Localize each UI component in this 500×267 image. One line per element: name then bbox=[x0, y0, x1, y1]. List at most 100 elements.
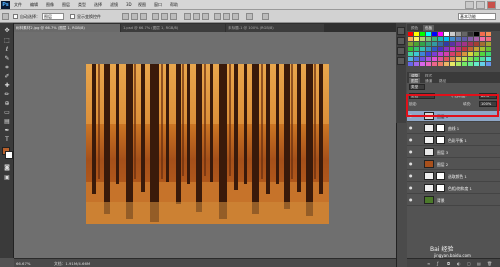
move-tool-icon[interactable]: ✥ bbox=[2, 26, 12, 35]
swatch-color[interactable] bbox=[432, 37, 437, 41]
swatch-color[interactable] bbox=[480, 47, 485, 51]
swatch-color[interactable] bbox=[480, 62, 485, 66]
swatch-color[interactable] bbox=[408, 62, 413, 66]
swatch-color[interactable] bbox=[444, 37, 449, 41]
swatch-color[interactable] bbox=[480, 57, 485, 61]
menu-select[interactable]: 选择 bbox=[94, 2, 102, 8]
swatch-color[interactable] bbox=[450, 52, 455, 56]
swatch-color[interactable] bbox=[414, 42, 419, 46]
swatch-color[interactable] bbox=[462, 57, 467, 61]
swatch-color[interactable] bbox=[438, 57, 443, 61]
swatch-color[interactable] bbox=[486, 37, 491, 41]
swatch-color[interactable] bbox=[456, 52, 461, 56]
distribute-top-icon[interactable] bbox=[184, 13, 191, 20]
menu-help[interactable]: 帮助 bbox=[170, 2, 178, 8]
swatch-color[interactable] bbox=[474, 62, 479, 66]
swatch-color[interactable] bbox=[432, 57, 437, 61]
new-layer-icon[interactable]: ▤ bbox=[477, 261, 482, 266]
swatch-color[interactable] bbox=[438, 52, 443, 56]
swatch-color[interactable] bbox=[420, 47, 425, 51]
visibility-eye-icon[interactable]: ● bbox=[409, 150, 413, 154]
layer-thumbnail[interactable] bbox=[424, 148, 434, 156]
swatch-color[interactable] bbox=[468, 47, 473, 51]
move-tool-icon[interactable] bbox=[2, 13, 9, 20]
character-panel-icon[interactable] bbox=[397, 47, 405, 55]
swatch-color[interactable] bbox=[450, 62, 455, 66]
swatch-color[interactable] bbox=[468, 62, 473, 66]
swatch-color[interactable] bbox=[426, 37, 431, 41]
marquee-tool-icon[interactable]: ⬚ bbox=[2, 36, 12, 45]
distribute-center-icon[interactable] bbox=[223, 13, 230, 20]
gradient-tool-icon[interactable]: ▤ bbox=[2, 117, 12, 126]
swatch-color[interactable] bbox=[420, 57, 425, 61]
auto-align-icon[interactable] bbox=[246, 13, 253, 20]
swatch-color[interactable] bbox=[462, 32, 467, 36]
layer-row[interactable]: ● 图层 2 bbox=[407, 159, 500, 170]
menu-file[interactable]: 文件 bbox=[14, 2, 22, 8]
swatch-color[interactable] bbox=[462, 42, 467, 46]
layer-row[interactable]: ● 色相/饱和度 1 bbox=[407, 183, 500, 194]
swatch-color[interactable] bbox=[456, 62, 461, 66]
visibility-eye-icon[interactable]: ● bbox=[409, 162, 413, 166]
swatch-color[interactable] bbox=[450, 32, 455, 36]
quick-select-tool-icon[interactable]: ✎ bbox=[2, 54, 12, 63]
swatch-color[interactable] bbox=[456, 37, 461, 41]
tab-document-3[interactable]: 未标题-1 @ 100% (RGB/8) bbox=[226, 24, 324, 32]
properties-panel-icon[interactable] bbox=[397, 37, 405, 45]
swatch-color[interactable] bbox=[432, 47, 437, 51]
swatch-color[interactable] bbox=[408, 57, 413, 61]
swatch-color[interactable] bbox=[474, 52, 479, 56]
swatch-color[interactable] bbox=[438, 37, 443, 41]
link-layers-icon[interactable]: ∞ bbox=[427, 261, 432, 266]
swatch-color[interactable] bbox=[480, 37, 485, 41]
layer-row[interactable]: ● 背景 bbox=[407, 195, 500, 206]
swatch-color[interactable] bbox=[408, 52, 413, 56]
swatch-color[interactable] bbox=[426, 42, 431, 46]
swatch-color[interactable] bbox=[456, 42, 461, 46]
forest-photo[interactable] bbox=[86, 64, 329, 224]
layer-thumbnail[interactable] bbox=[424, 160, 434, 168]
swatch-color[interactable] bbox=[450, 42, 455, 46]
visibility-eye-icon[interactable]: ● bbox=[409, 186, 413, 190]
type-tool-icon[interactable]: T bbox=[2, 135, 12, 144]
layer-row[interactable]: ● 选取颜色 1 bbox=[407, 171, 500, 182]
swatch-color[interactable] bbox=[474, 57, 479, 61]
workspace-select[interactable]: 基本功能 bbox=[458, 13, 496, 20]
minimize-button[interactable] bbox=[465, 1, 474, 9]
swatch-color[interactable] bbox=[468, 42, 473, 46]
swatch-color[interactable] bbox=[432, 52, 437, 56]
swatch-color[interactable] bbox=[438, 42, 443, 46]
new-group-icon[interactable]: ▢ bbox=[467, 261, 472, 266]
swatch-color[interactable] bbox=[486, 52, 491, 56]
swatch-color[interactable] bbox=[462, 62, 467, 66]
layer-mask-thumbnail[interactable] bbox=[436, 184, 445, 192]
background-color-swatch[interactable] bbox=[5, 151, 13, 159]
swatch-color[interactable] bbox=[450, 57, 455, 61]
swatch-color[interactable] bbox=[426, 62, 431, 66]
swatch-color[interactable] bbox=[420, 37, 425, 41]
swatch-color[interactable] bbox=[444, 52, 449, 56]
swatch-color[interactable] bbox=[426, 32, 431, 36]
swatch-color[interactable] bbox=[462, 52, 467, 56]
close-button[interactable] bbox=[487, 1, 496, 9]
swatch-color[interactable] bbox=[456, 57, 461, 61]
crop-tool-icon[interactable]: ⌗ bbox=[2, 63, 12, 72]
eyedropper-tool-icon[interactable]: ✐ bbox=[2, 72, 12, 81]
show-transform-checkbox[interactable] bbox=[70, 14, 75, 19]
visibility-eye-icon[interactable]: ● bbox=[409, 174, 413, 178]
delete-layer-icon[interactable]: 🗑 bbox=[487, 261, 492, 266]
swatch-color[interactable] bbox=[420, 62, 425, 66]
screen-mode-icon[interactable]: ▣ bbox=[2, 173, 12, 182]
tab-document-2[interactable]: 1.psd @ 66.7% (图层 1, RGB/8) bbox=[121, 24, 225, 32]
align-right-icon[interactable] bbox=[170, 13, 177, 20]
paragraph-panel-icon[interactable] bbox=[397, 57, 405, 65]
swatch-color[interactable] bbox=[486, 32, 491, 36]
swatch-color[interactable] bbox=[438, 47, 443, 51]
swatch-color[interactable] bbox=[444, 32, 449, 36]
swatch-color[interactable] bbox=[414, 37, 419, 41]
auto-select-dropdown[interactable]: 图层 bbox=[42, 13, 64, 20]
swatch-color[interactable] bbox=[474, 47, 479, 51]
swatch-color[interactable] bbox=[414, 62, 419, 66]
layer-kind-filter[interactable]: 类型 bbox=[409, 84, 425, 90]
swatch-color[interactable] bbox=[474, 42, 479, 46]
